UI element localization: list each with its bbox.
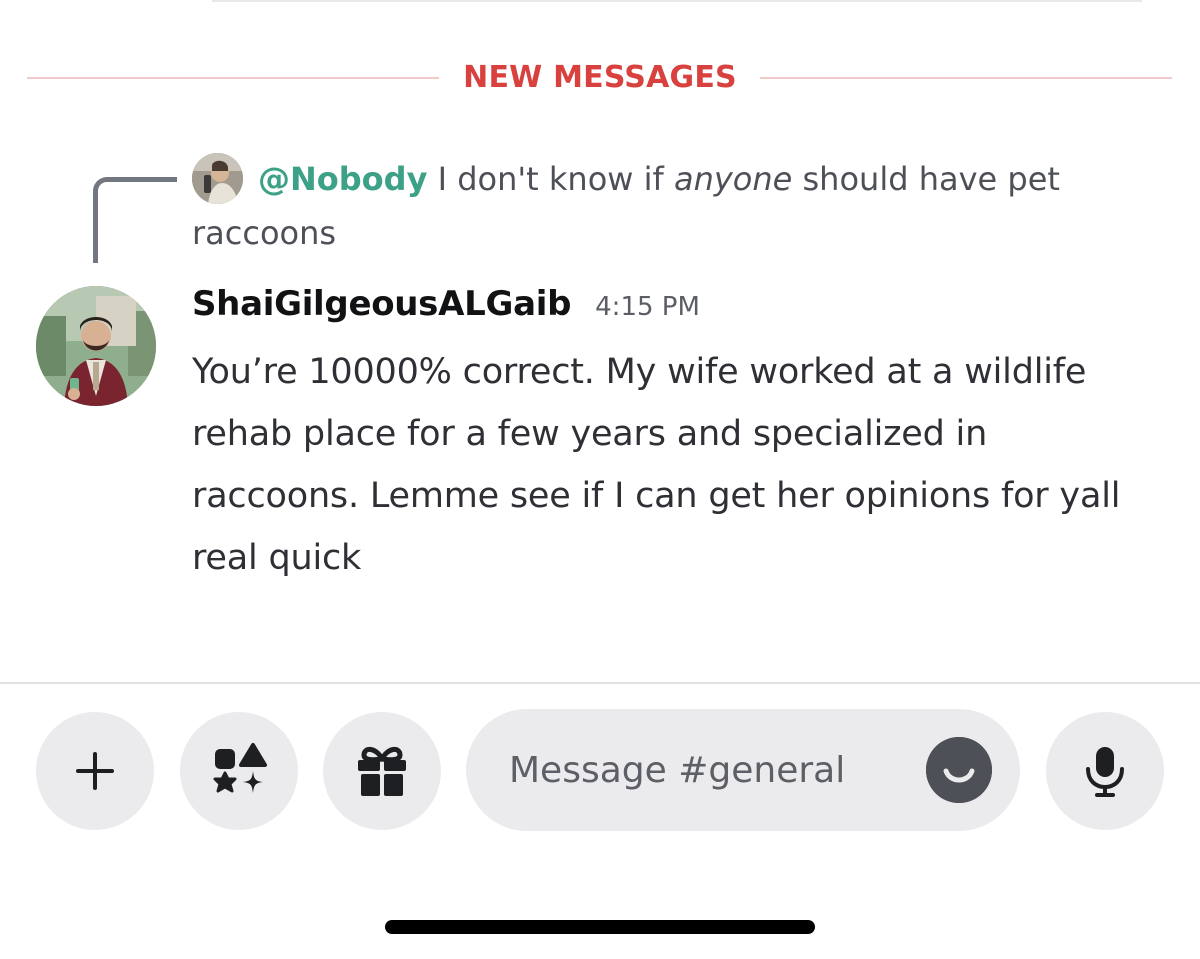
emoji-button[interactable] [926,737,992,803]
gift-icon [358,747,406,796]
new-messages-line-left [27,77,439,79]
composer-divider [0,682,1200,684]
message-input-container[interactable] [466,709,1020,831]
apps-icon [213,743,267,793]
gift-button[interactable] [323,712,441,830]
chat-screen: NEW MESSAGES @Nobody I don't know if any… [0,0,1200,959]
previous-message-divider [212,0,1142,2]
new-messages-line-right [760,77,1172,79]
reply-text-before: I don't know if [437,160,664,198]
mic-icon [1086,747,1124,797]
reply-connector-line [93,177,177,263]
message-body: You’re 10000% correct. My wife worked at… [192,352,1121,578]
author-avatar[interactable] [36,286,156,406]
emoji-icon [926,737,992,803]
message-input[interactable] [509,749,889,791]
plus-icon [76,752,114,790]
reply-preview[interactable]: @Nobody I don't know if anyone should ha… [192,152,1152,260]
reply-text-emphasis: anyone [673,160,793,198]
reply-mention[interactable]: @Nobody [258,160,427,198]
add-attachment-button[interactable] [36,712,154,830]
voice-message-button[interactable] [1046,712,1164,830]
author-avatar-image [36,286,156,406]
home-indicator[interactable] [385,920,815,934]
message-header: ShaiGilgeousALGaib 4:15 PM [192,284,700,334]
apps-button[interactable] [180,712,298,830]
message-timestamp: 4:15 PM [595,292,700,322]
new-messages-label: NEW MESSAGES [463,60,737,95]
author-username[interactable]: ShaiGilgeousALGaib [192,284,571,324]
